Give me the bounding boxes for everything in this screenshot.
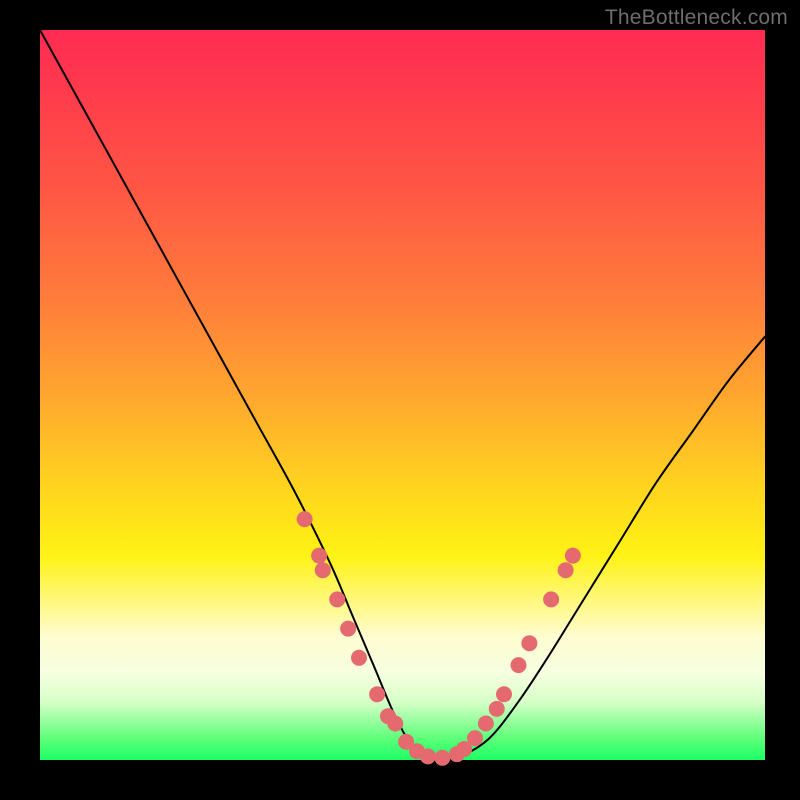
data-marker <box>496 686 512 702</box>
data-marker <box>521 635 537 651</box>
data-marker <box>387 716 403 732</box>
data-marker <box>489 701 505 717</box>
data-marker <box>543 591 559 607</box>
chart-svg <box>40 30 765 760</box>
marker-group <box>297 511 581 766</box>
data-marker <box>434 750 450 766</box>
data-marker <box>329 591 345 607</box>
watermark-text: TheBottleneck.com <box>605 6 788 30</box>
data-marker <box>369 686 385 702</box>
data-marker <box>340 621 356 637</box>
data-marker <box>297 511 313 527</box>
data-marker <box>311 548 327 564</box>
data-marker <box>420 748 436 764</box>
chart-frame: TheBottleneck.com <box>0 0 800 800</box>
bottleneck-curve <box>40 30 765 760</box>
data-marker <box>478 716 494 732</box>
data-marker <box>565 548 581 564</box>
data-marker <box>315 562 331 578</box>
plot-area <box>40 30 765 760</box>
data-marker <box>511 657 527 673</box>
data-marker <box>558 562 574 578</box>
data-marker <box>351 650 367 666</box>
data-marker <box>467 730 483 746</box>
